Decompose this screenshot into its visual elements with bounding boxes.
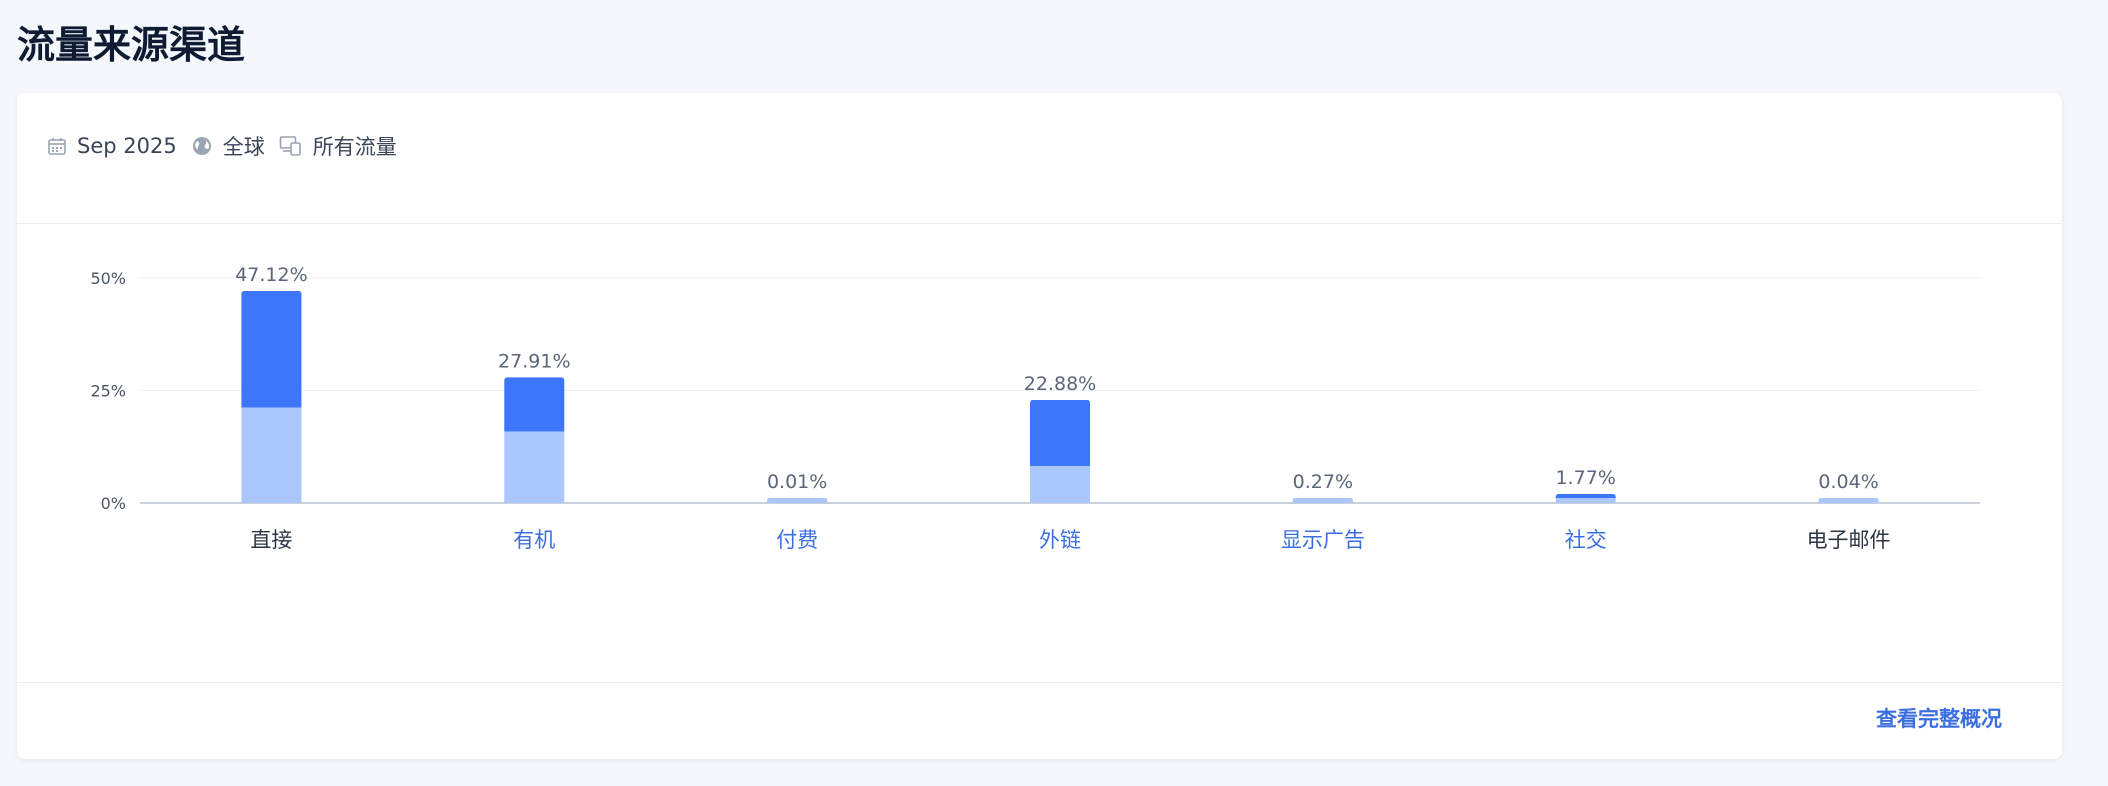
bar-value-label: 27.91% — [498, 350, 570, 372]
bar-segment-light[interactable] — [1555, 498, 1616, 503]
traffic-filter-label: 所有流量 — [312, 135, 397, 159]
y-tick-label: 50% — [90, 269, 126, 288]
bar-segment-light[interactable] — [1030, 466, 1090, 503]
traffic-bar-chart: 0% 25% 50% 47.12% 直接 27.91% 有机 0.01% 付费 22.88% 外链 0… — [90, 264, 1980, 552]
devices-icon — [279, 136, 301, 156]
bar-value-label: 22.88% — [1024, 373, 1096, 395]
traffic-sources-card: Sep 2025 全球 所有流量 0% 25% 50% 47.12% 直接 27.91% 有… — [17, 93, 2062, 759]
x-category-label[interactable]: 社交 — [1565, 528, 1607, 552]
date-filter[interactable]: Sep 2025 — [47, 134, 177, 158]
view-full-overview-link[interactable]: 查看完整概况 — [1876, 703, 2002, 733]
page-title: 流量来源渠道 — [17, 23, 246, 67]
bar-segment-dark[interactable] — [1555, 494, 1616, 498]
bar-segment-light[interactable] — [1818, 498, 1879, 503]
bar-segment-dark[interactable] — [241, 290, 302, 408]
bar-value-label: 47.12% — [235, 264, 307, 286]
region-filter[interactable]: 全球 — [191, 131, 265, 161]
y-tick-label: 0% — [101, 494, 126, 513]
bar-segment-light[interactable] — [1292, 498, 1353, 503]
x-category-label[interactable]: 付费 — [776, 528, 818, 552]
region-filter-label: 全球 — [222, 135, 265, 159]
bar-segment-light[interactable] — [504, 431, 565, 503]
bar-value-label: 0.27% — [1293, 471, 1353, 493]
x-category-label: 电子邮件 — [1807, 528, 1891, 552]
bar-value-label: 0.01% — [767, 471, 827, 493]
filter-bar: Sep 2025 全球 所有流量 — [47, 131, 411, 161]
bar-segment-light[interactable] — [241, 407, 302, 503]
bar-segment-dark[interactable] — [504, 377, 565, 432]
globe-icon — [192, 137, 211, 155]
bar-segment-dark[interactable] — [1030, 400, 1090, 467]
bar-value-label: 1.77% — [1556, 467, 1616, 489]
date-filter-label: Sep 2025 — [77, 134, 177, 158]
footer-divider — [17, 682, 2062, 683]
bar-value-label: 0.04% — [1818, 471, 1878, 493]
traffic-filter[interactable]: 所有流量 — [279, 131, 397, 161]
y-tick-label: 25% — [90, 382, 126, 401]
x-category-label[interactable]: 显示广告 — [1281, 528, 1365, 552]
x-category-label[interactable]: 有机 — [513, 528, 555, 552]
x-category-label: 直接 — [250, 528, 292, 552]
traffic-chart: 0% 25% 50% 47.12% 直接 27.91% 有机 0.01% 付费 22.88% 外链 0… — [17, 213, 2062, 633]
calendar-icon — [48, 138, 66, 155]
bar-segment-light[interactable] — [767, 498, 828, 503]
x-category-label[interactable]: 外链 — [1039, 528, 1081, 552]
